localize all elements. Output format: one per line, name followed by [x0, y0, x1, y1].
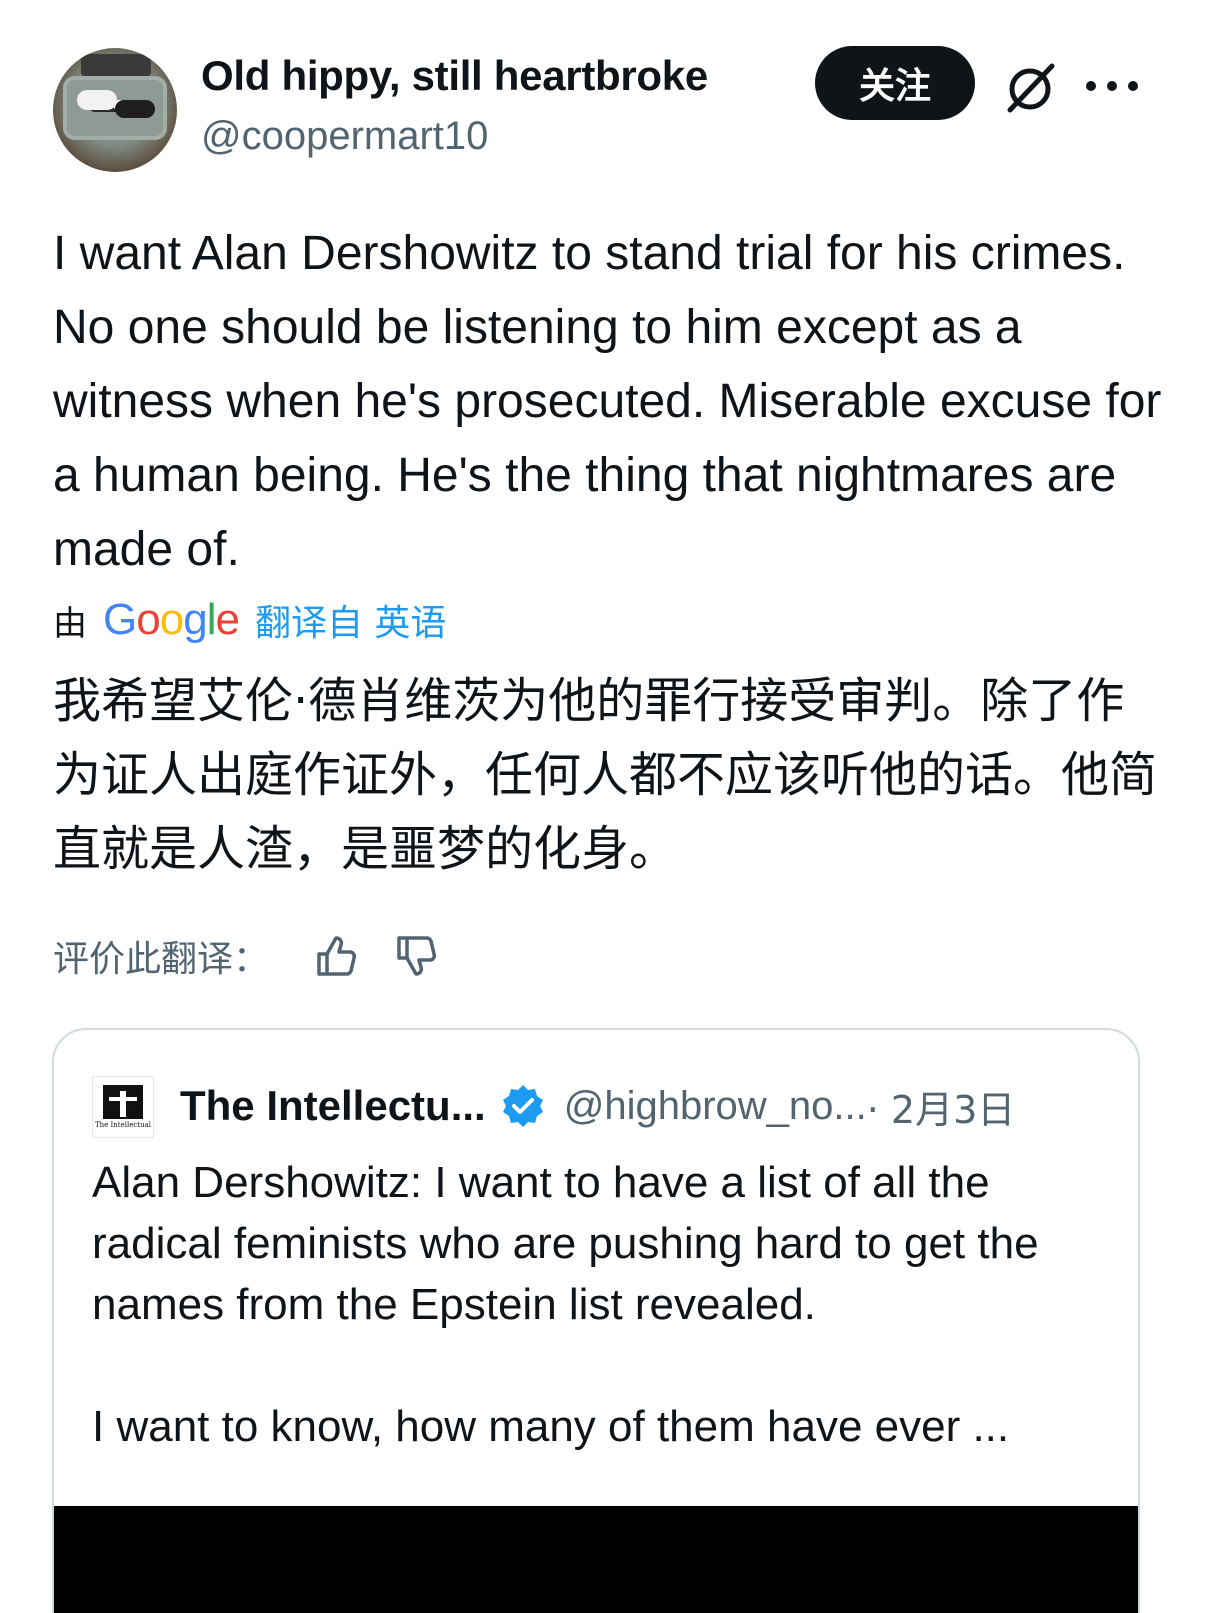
verified-badge-icon — [502, 1085, 543, 1127]
quoted-author-name[interactable]: The Intellectu... — [180, 1082, 486, 1130]
tweet-text: I want Alan Dershowitz to stand trial fo… — [53, 227, 1162, 576]
quoted-tweet-paragraph: I want to know, how many of them have ev… — [92, 1402, 1010, 1451]
rate-translation-label: 评价此翻译： — [53, 939, 270, 980]
translated-from-link[interactable]: 翻译自 英语 — [255, 594, 446, 646]
avatar-photo-cat — [115, 100, 155, 118]
google-logo-letter: o — [136, 595, 161, 644]
author-handle[interactable]: @coopermart10 — [201, 114, 488, 159]
quoted-author-avatar[interactable]: The Intellectual — [92, 1076, 154, 1138]
quoted-tweet-text: Alan Dershowitz: I want to have a list o… — [92, 1152, 1112, 1457]
quoted-tweet-header: The Intellectu... @highbrow_no... · 2月3日 — [180, 1074, 1015, 1138]
logo-mark — [103, 1085, 143, 1119]
quoted-tweet-date[interactable]: · 2月3日 — [867, 1079, 1016, 1134]
dot — [1086, 81, 1096, 91]
translation-attribution: 由 Google 翻译自 英语 — [53, 592, 446, 648]
quoted-author-handle[interactable]: @highbrow_no... — [564, 1084, 867, 1129]
rate-translation-row: 评价此翻译： — [53, 928, 473, 984]
translated-text: 我希望艾伦·德肖维茨为他的罪行接受审判。除了作为证人出庭作证外，任何人都不应该听… — [53, 673, 1158, 877]
dot — [1128, 81, 1138, 91]
dot — [1107, 81, 1117, 91]
avatar-photo-detail — [81, 54, 151, 76]
quoted-tweet-media[interactable] — [54, 1506, 1138, 1613]
google-logo-letter: o — [159, 595, 185, 644]
google-logo-letter: e — [215, 595, 240, 644]
thumbs-down-icon[interactable] — [393, 932, 441, 980]
google-logo: Google — [103, 595, 240, 645]
author-avatar[interactable] — [53, 48, 177, 172]
quoted-tweet-card[interactable]: The Intellectual The Intellectu... @high… — [52, 1028, 1140, 1613]
avatar-logo-text: The Intellectual — [94, 1121, 152, 1129]
translated-by-label: 由 — [53, 603, 87, 644]
slashed-circle-icon[interactable] — [1000, 58, 1060, 118]
thumbs-up-icon[interactable] — [313, 932, 361, 980]
author-display-name[interactable]: Old hippy, still heartbroke — [201, 52, 708, 100]
follow-button[interactable]: 关注 — [815, 46, 975, 120]
avatar-photo-cat — [77, 90, 117, 110]
google-logo-letter: G — [103, 595, 137, 644]
more-dots-icon[interactable] — [1086, 66, 1138, 106]
google-logo-letter: g — [183, 595, 208, 644]
quoted-tweet-paragraph: Alan Dershowitz: I want to have a list o… — [92, 1158, 1039, 1329]
